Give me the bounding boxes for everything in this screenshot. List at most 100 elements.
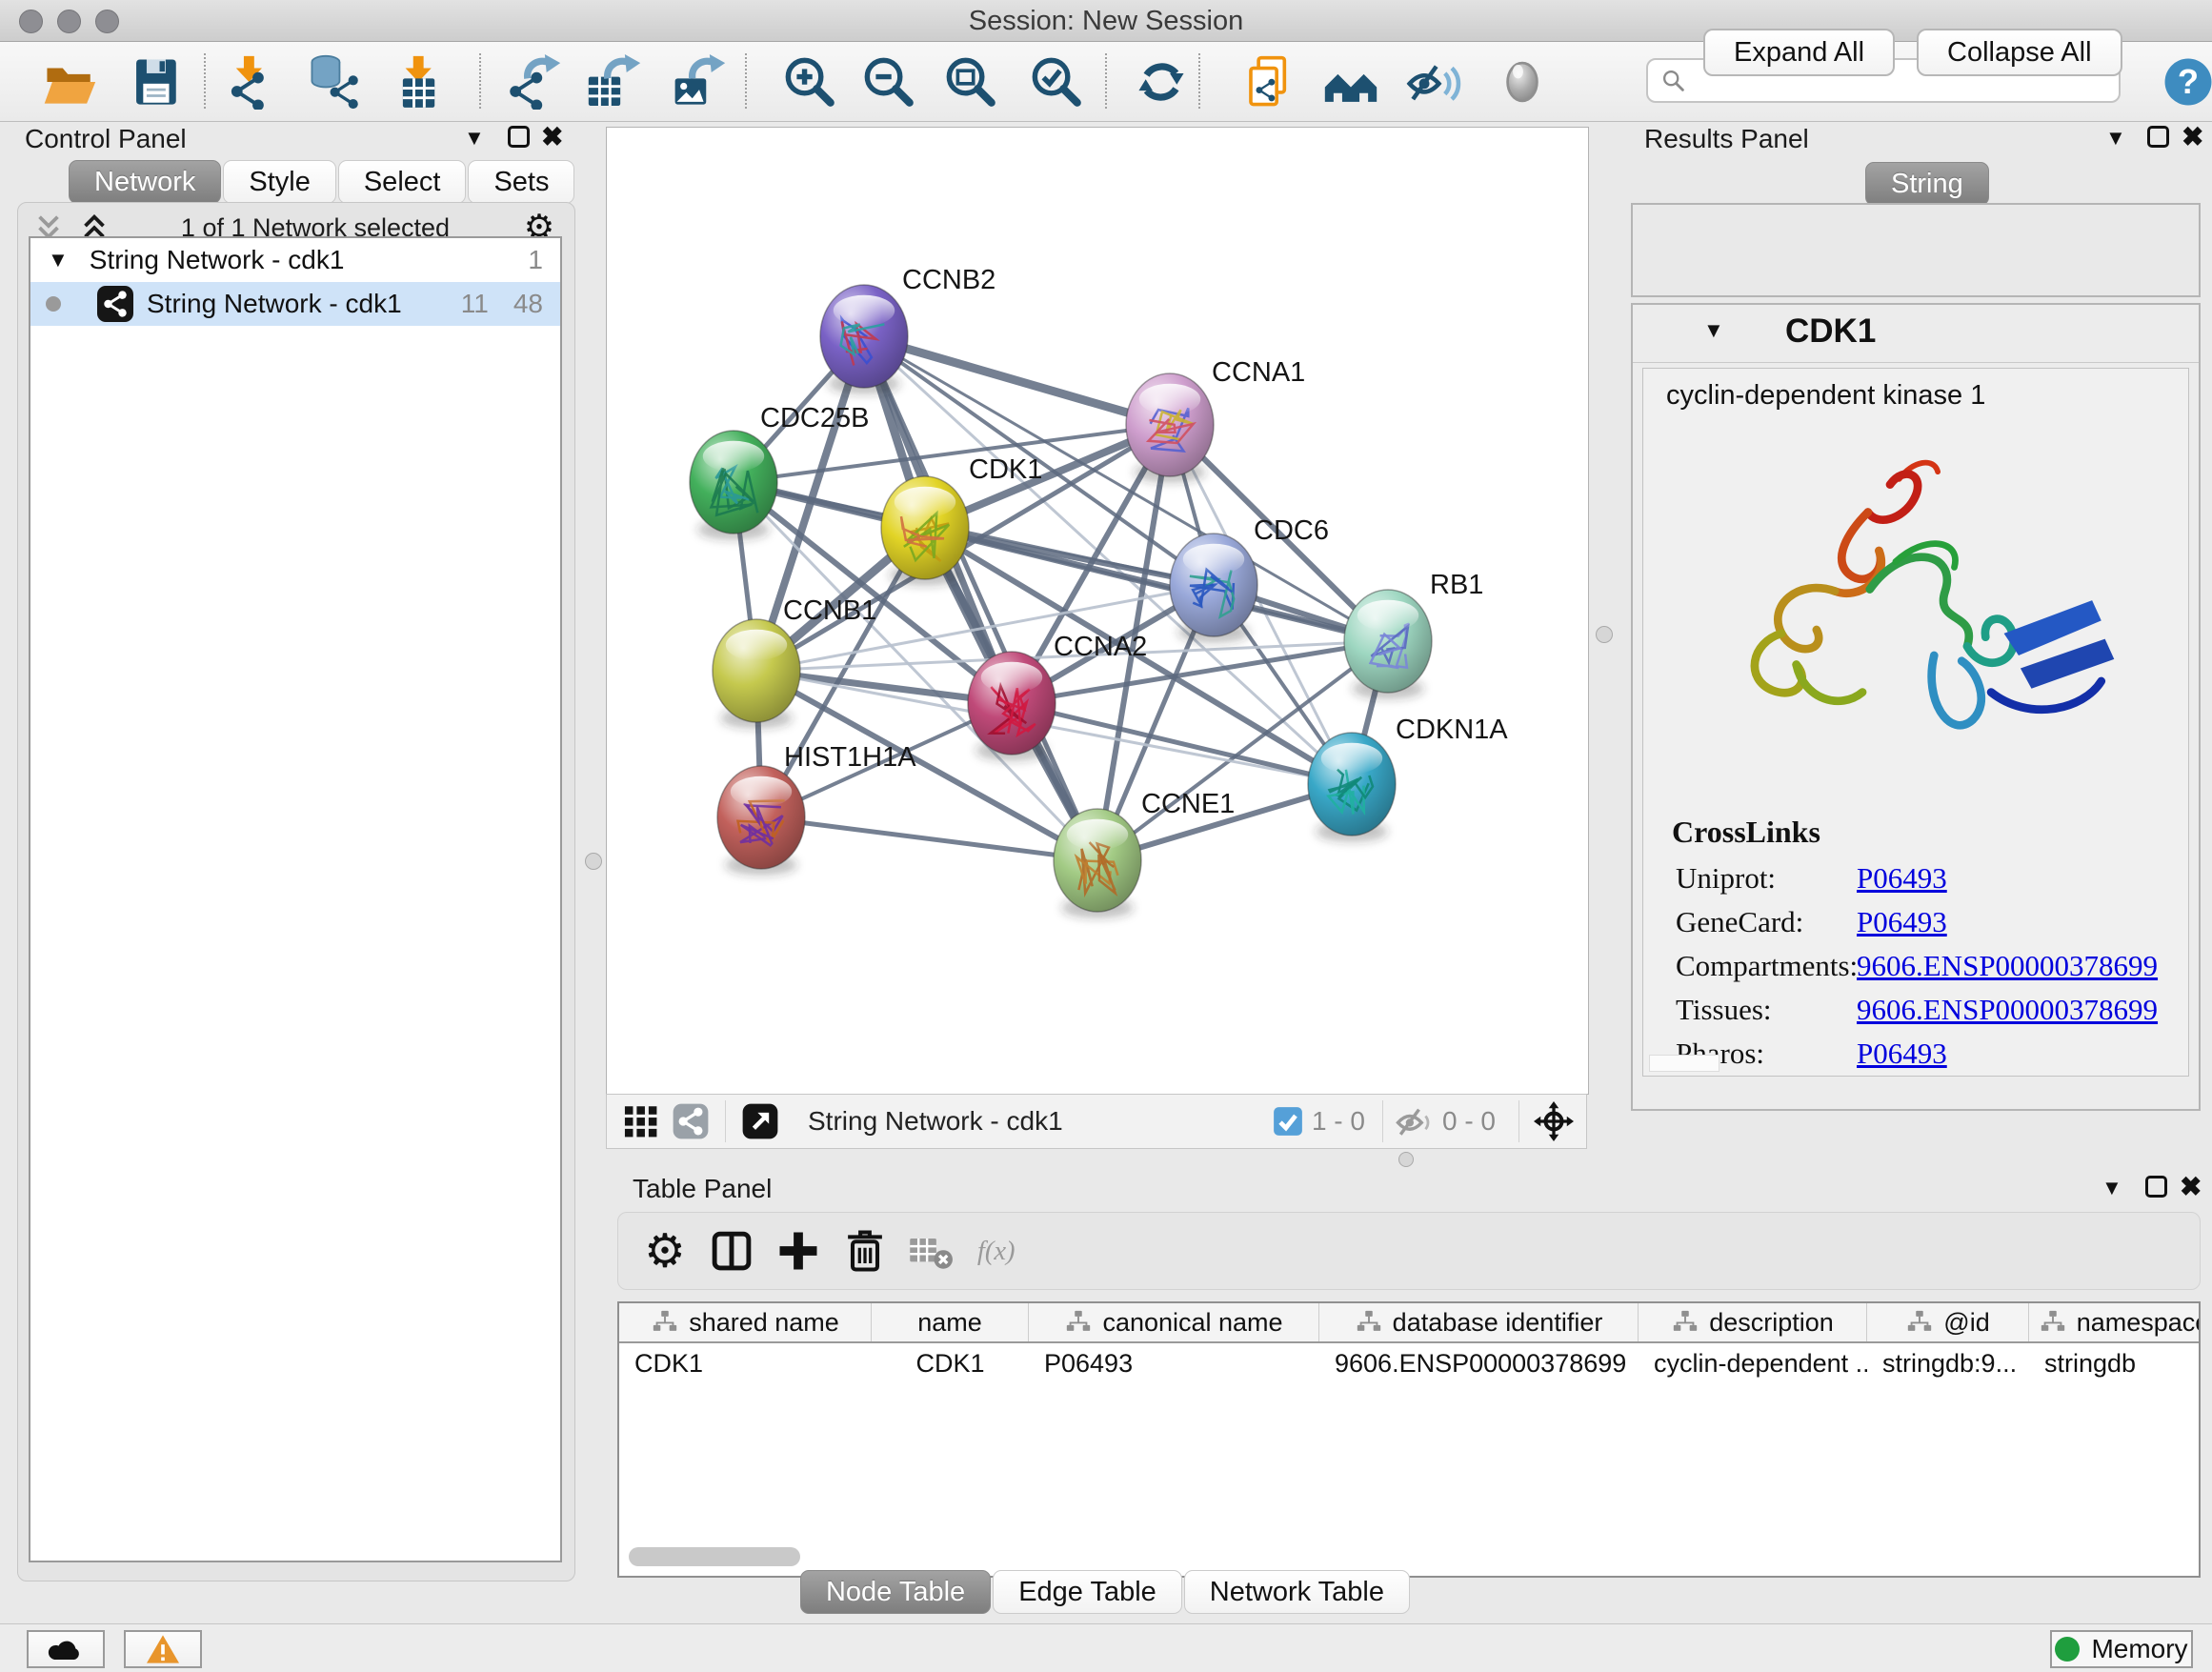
table-hscrollbar[interactable] (629, 1547, 2191, 1568)
node-CCNB1[interactable] (713, 619, 800, 722)
table-row[interactable]: CDK1CDK1P064939606.ENSP00000378699cyclin… (619, 1343, 2199, 1383)
cloud-status-button[interactable] (27, 1630, 105, 1668)
table-cell[interactable]: CDK1 (619, 1343, 872, 1383)
table-cell[interactable]: 9606.ENSP00000378699 (1319, 1343, 1639, 1383)
results-scrollbar[interactable] (1649, 1055, 1719, 1072)
tab-style[interactable]: Style (223, 160, 335, 204)
control-panel-menu-icon[interactable]: ▼ (464, 128, 485, 149)
node-CDC25B[interactable] (690, 431, 777, 534)
export-image-button[interactable] (666, 50, 733, 114)
zoom-fit-button[interactable] (937, 50, 1004, 114)
tab-network[interactable]: Network (69, 160, 221, 204)
tab-string[interactable]: String (1865, 162, 1989, 206)
table-cell[interactable]: stringdb:9... (1867, 1343, 2029, 1383)
node-CDK1[interactable] (881, 476, 969, 579)
crosslink-link[interactable]: 9606.ENSP00000378699 (1857, 993, 2158, 1027)
crosslink-link[interactable]: P06493 (1857, 1037, 1947, 1071)
show-columns-icon[interactable] (698, 1220, 765, 1281)
column-header-namespace[interactable]: namespace (2029, 1303, 2201, 1341)
export-network-button[interactable] (501, 50, 568, 114)
table-cell[interactable]: P06493 (1029, 1343, 1319, 1383)
highlight-button[interactable] (1489, 50, 1556, 114)
results-panel-menu-icon[interactable]: ▼ (2105, 128, 2126, 149)
tab-sets[interactable]: Sets (468, 160, 574, 204)
table-cell[interactable]: stringdb (2029, 1343, 2201, 1383)
node-HIST1H1A[interactable] (717, 766, 805, 869)
table-options-gear-icon[interactable]: ⚙ (632, 1220, 698, 1281)
memory-button[interactable]: Memory (2050, 1630, 2193, 1668)
right-splitter-handle[interactable] (1596, 626, 1613, 643)
gene-header[interactable]: ▼ CDK1 (1633, 305, 2199, 363)
zoom-in-button[interactable] (776, 50, 843, 114)
edge-CCNB2-CCNA1[interactable] (864, 336, 1170, 425)
center-view-crosshair-icon[interactable] (1529, 1099, 1579, 1143)
gene-expanded-icon[interactable]: ▼ (1703, 318, 1724, 343)
save-session-button[interactable] (122, 50, 189, 114)
home-pages-button[interactable] (1317, 50, 1384, 114)
birds-eye-view-icon[interactable] (616, 1099, 666, 1143)
function-builder-icon[interactable]: f(x) (965, 1220, 1032, 1281)
tab-select[interactable]: Select (338, 160, 467, 204)
collapse-all-button[interactable]: Collapse All (1917, 29, 2122, 76)
column-header-canonical-name[interactable]: canonical name (1029, 1303, 1319, 1341)
node-CDC6[interactable] (1170, 534, 1257, 636)
tab-edge-table[interactable]: Edge Table (993, 1570, 1182, 1614)
selected-checkbox-icon[interactable] (1272, 1105, 1304, 1138)
bottom-splitter-handle[interactable] (1398, 1152, 1414, 1167)
node-CCNA1[interactable] (1126, 373, 1214, 476)
edge-HIST1H1A-CCNE1[interactable] (761, 817, 1097, 860)
refresh-button[interactable] (1128, 50, 1195, 114)
node-CDKN1A[interactable] (1308, 733, 1396, 836)
expand-all-button[interactable]: Expand All (1703, 29, 1895, 76)
column-header--id[interactable]: @id (1867, 1303, 2029, 1341)
crosslink-link[interactable]: 9606.ENSP00000378699 (1857, 949, 2158, 983)
control-panel-float-icon[interactable] (508, 126, 530, 148)
table-cell[interactable]: cyclin-dependent ... (1639, 1343, 1867, 1383)
table-panel-close-icon[interactable]: ✖ (2180, 1174, 2202, 1200)
import-network-button[interactable] (219, 50, 286, 114)
zoom-selected-button[interactable] (1023, 50, 1090, 114)
crosslink-link[interactable]: P06493 (1857, 861, 1947, 896)
tab-node-table[interactable]: Node Table (800, 1570, 991, 1614)
column-header-database-identifier[interactable]: database identifier (1319, 1303, 1639, 1341)
node-RB1[interactable] (1344, 590, 1432, 693)
open-session-button[interactable] (36, 50, 103, 114)
string-panel-toggle-icon[interactable] (666, 1099, 715, 1143)
node-CCNB2[interactable] (820, 285, 908, 388)
collection-expanded-icon[interactable]: ▼ (48, 248, 69, 272)
column-header-name[interactable]: name (872, 1303, 1029, 1341)
control-panel-close-icon[interactable]: ✖ (541, 124, 563, 151)
help-button[interactable]: ? (2155, 50, 2212, 114)
table-cell[interactable]: CDK1 (872, 1343, 1029, 1383)
network-canvas[interactable]: CCNB2CCNA1CDC25BCDK1CDC6RB1CCNB1CCNA2CDK… (606, 127, 1589, 1095)
table-panel-menu-icon[interactable]: ▼ (2101, 1178, 2122, 1199)
column-header-shared-name[interactable]: shared name (619, 1303, 872, 1341)
results-panel-float-icon[interactable] (2147, 126, 2169, 148)
column-header-description[interactable]: description (1639, 1303, 1867, 1341)
import-table-button[interactable] (387, 50, 453, 114)
string-document-button[interactable] (1236, 50, 1302, 114)
export-view-icon[interactable] (735, 1099, 785, 1143)
import-database-button[interactable] (301, 50, 368, 114)
network-row[interactable]: String Network - cdk1 11 48 (30, 282, 560, 326)
add-column-icon[interactable] (765, 1220, 832, 1281)
results-buttons-box (1631, 203, 2201, 297)
warning-status-button[interactable] (124, 1630, 202, 1668)
network-collection-row[interactable]: ▼ String Network - cdk1 1 (30, 238, 560, 282)
edge-CCNA2-CDKN1A[interactable] (1012, 703, 1352, 784)
node-CCNE1[interactable] (1054, 809, 1141, 912)
table-panel-float-icon[interactable] (2145, 1176, 2167, 1198)
results-panel-close-icon[interactable]: ✖ (2182, 124, 2203, 151)
crosslink-link[interactable]: P06493 (1857, 905, 1947, 939)
zoom-out-button[interactable] (855, 50, 922, 114)
export-table-button[interactable] (581, 50, 648, 114)
delete-table-icon[interactable] (898, 1220, 965, 1281)
edge-CCNB2-CCNE1[interactable] (864, 336, 1097, 860)
tab-network-table[interactable]: Network Table (1184, 1570, 1410, 1614)
delete-column-trash-icon[interactable] (832, 1220, 898, 1281)
node-CCNA2[interactable] (968, 652, 1056, 755)
node-table[interactable]: shared namenamecanonical namedatabase id… (617, 1301, 2201, 1578)
table-hscrollbar-thumb[interactable] (629, 1547, 800, 1566)
hide-panel-button[interactable] (1400, 50, 1467, 114)
left-splitter-handle[interactable] (585, 853, 602, 870)
